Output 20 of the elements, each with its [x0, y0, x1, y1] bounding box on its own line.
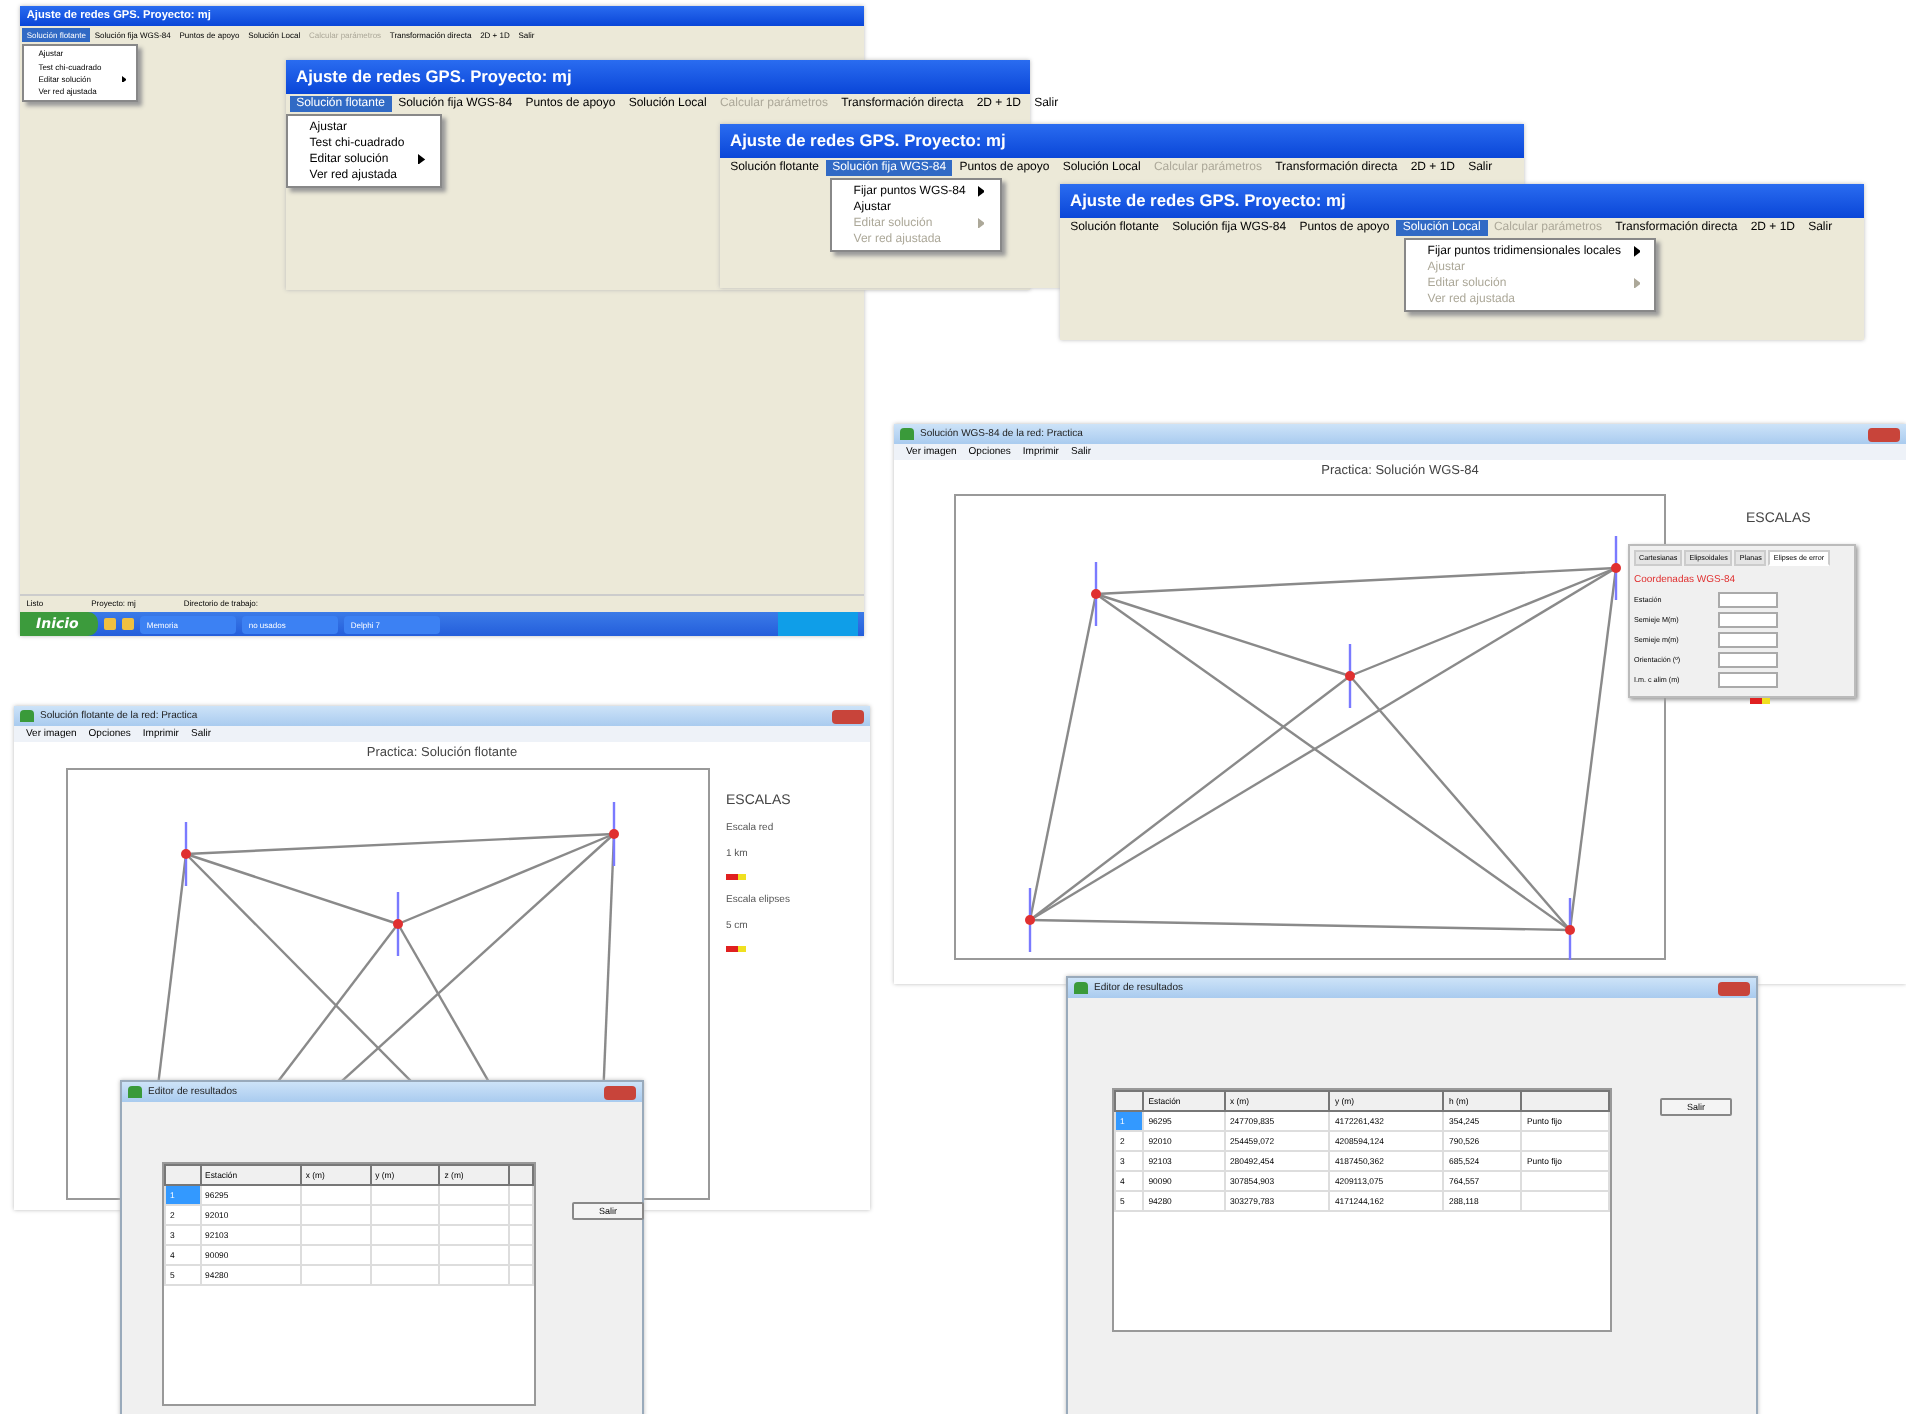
app-icon	[900, 428, 914, 440]
app-icon	[1074, 982, 1088, 994]
input-field[interactable]	[1718, 592, 1778, 608]
input-field[interactable]	[1718, 652, 1778, 668]
window-title: Ajuste de redes GPS. Proyecto: mj	[1060, 184, 1864, 218]
scale-bar-icon	[1750, 698, 1770, 704]
input-field[interactable]	[1718, 612, 1778, 628]
close-button[interactable]	[1868, 427, 1900, 441]
close-button[interactable]	[604, 1085, 636, 1099]
close-button[interactable]	[832, 709, 864, 723]
app-icon	[20, 710, 34, 722]
window-title: Ajuste de redes GPS. Proyecto: mj	[720, 124, 1524, 158]
scale-bar-icon	[726, 946, 746, 952]
scale-bar-icon	[726, 874, 746, 880]
input-field[interactable]	[1718, 672, 1778, 688]
app-icon	[128, 1086, 142, 1098]
system-tray	[778, 612, 858, 636]
input-field[interactable]	[1718, 632, 1778, 648]
close-button[interactable]	[1718, 981, 1750, 995]
window-title: Ajuste de redes GPS. Proyecto: mj	[286, 60, 1030, 94]
